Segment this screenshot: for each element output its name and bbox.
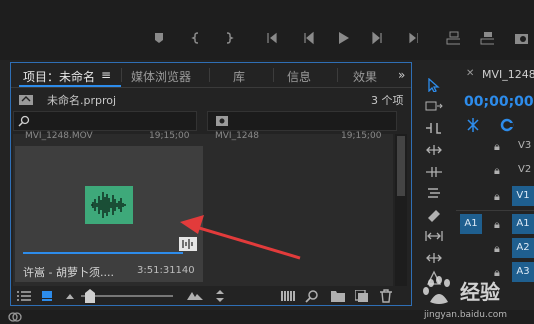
baidu-watermark: 经验 jingyan.baidu.com bbox=[420, 272, 532, 324]
rate-stretch-tool-icon[interactable] bbox=[425, 166, 443, 178]
watermark-text: 经验 bbox=[460, 280, 500, 304]
baidu-paw-logo bbox=[423, 276, 450, 304]
lock-icon[interactable]: 🔒︎ bbox=[494, 242, 500, 256]
close-tab-icon[interactable]: ✕ bbox=[466, 68, 474, 79]
lock-icon[interactable]: 🔒︎ bbox=[494, 190, 500, 204]
razor-tool-icon[interactable] bbox=[425, 186, 443, 200]
linked-selection-icon[interactable] bbox=[500, 118, 514, 132]
snap-icon[interactable] bbox=[466, 118, 480, 132]
slide-tool-icon[interactable] bbox=[425, 230, 443, 242]
track-target-v1[interactable]: V1 bbox=[512, 186, 534, 206]
watermark-url: jingyan.baidu.com bbox=[424, 310, 508, 320]
ripple-edit-tool-icon[interactable] bbox=[425, 122, 443, 134]
source-patch-a1[interactable]: A1 bbox=[460, 214, 482, 234]
track-label: V2 bbox=[518, 164, 532, 175]
track-row-v1: 🔒︎ V1 bbox=[456, 186, 534, 208]
pen-tool-icon[interactable] bbox=[425, 252, 443, 264]
track-select-tool-icon[interactable] bbox=[425, 100, 443, 112]
track-row-a2: 🔒︎ A2 bbox=[456, 238, 534, 260]
track-label: V3 bbox=[518, 140, 532, 151]
rolling-edit-tool-icon[interactable] bbox=[425, 144, 443, 156]
playhead-timecode[interactable]: 00;00;00; bbox=[464, 94, 534, 110]
selection-tool-icon[interactable] bbox=[428, 78, 440, 92]
slip-tool-icon[interactable] bbox=[426, 208, 442, 222]
track-row-v2: 🔒︎ V2 bbox=[456, 160, 534, 182]
track-row-a1: A1 🔒︎ A1 bbox=[456, 214, 534, 236]
sequence-tab[interactable]: MVI_1248 bbox=[482, 68, 534, 81]
lock-icon[interactable]: 🔒︎ bbox=[494, 164, 500, 178]
creative-cloud-icon[interactable] bbox=[8, 311, 22, 323]
video-audio-divider bbox=[456, 210, 534, 211]
lock-icon[interactable]: 🔒︎ bbox=[494, 140, 500, 154]
track-row-v3: 🔒︎ V3 bbox=[456, 136, 534, 158]
lock-icon[interactable]: 🔒︎ bbox=[494, 218, 500, 232]
track-target-a2[interactable]: A2 bbox=[512, 238, 534, 258]
track-target-a1[interactable]: A1 bbox=[512, 214, 534, 234]
